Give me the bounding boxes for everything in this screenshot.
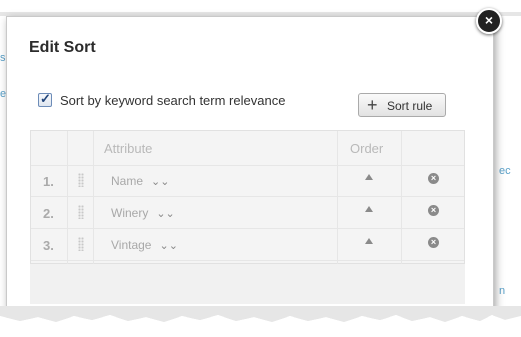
- attribute-value: Name: [111, 174, 144, 188]
- background-text: n: [499, 285, 506, 297]
- sort-rule-row: 3. Vintage ⌄⌄ ×: [31, 229, 464, 261]
- remove-rule-icon[interactable]: ×: [428, 173, 439, 184]
- grid-header: Attribute Order: [31, 131, 464, 166]
- torn-edge: [0, 306, 521, 337]
- order-ascending-icon[interactable]: [365, 238, 373, 244]
- order-column-header: Order: [350, 141, 384, 156]
- keyword-relevance-checkbox[interactable]: ✓: [38, 91, 52, 107]
- sort-rules-grid: Attribute Order 1. Name ⌄⌄ × 2. Winery ⌄⌄ …: [30, 130, 465, 265]
- order-ascending-icon[interactable]: [365, 206, 373, 212]
- add-sort-rule-button[interactable]: + Sort rule: [358, 93, 446, 117]
- sort-rule-row: 2. Winery ⌄⌄ ×: [31, 197, 464, 229]
- chevron-down-icon: ⌄⌄: [159, 240, 178, 252]
- attribute-select[interactable]: Name ⌄⌄: [111, 174, 169, 188]
- sort-rule-row: 1. Name ⌄⌄ ×: [31, 165, 464, 197]
- row-number: 3.: [43, 238, 54, 253]
- attribute-select[interactable]: Vintage ⌄⌄: [111, 238, 178, 252]
- attribute-select[interactable]: Winery ⌄⌄: [111, 206, 175, 220]
- chevron-down-icon: ⌄⌄: [151, 176, 170, 188]
- plus-icon: +: [367, 95, 378, 115]
- keyword-relevance-label[interactable]: Sort by keyword search term relevance: [60, 93, 285, 108]
- remove-rule-icon[interactable]: ×: [428, 205, 439, 216]
- drag-handle-icon[interactable]: [78, 205, 84, 219]
- add-sort-rule-label: Sort rule: [387, 99, 433, 113]
- attribute-column-header: Attribute: [104, 141, 153, 156]
- dialog-title: Edit Sort: [29, 39, 96, 56]
- drag-handle-icon[interactable]: [78, 237, 84, 251]
- drag-handle-icon[interactable]: [78, 173, 84, 187]
- row-number: 2.: [43, 206, 54, 221]
- close-icon[interactable]: ×: [476, 8, 502, 34]
- chevron-down-icon: ⌄⌄: [156, 208, 175, 220]
- order-ascending-icon[interactable]: [365, 174, 373, 180]
- attribute-value: Winery: [111, 206, 149, 220]
- checkmark-icon: ✓: [40, 91, 51, 106]
- grid-empty-area: [30, 264, 465, 304]
- background-text: s: [0, 52, 6, 64]
- background-text: ec: [499, 165, 511, 177]
- remove-rule-icon[interactable]: ×: [428, 237, 439, 248]
- attribute-value: Vintage: [111, 238, 152, 252]
- row-number: 1.: [43, 174, 54, 189]
